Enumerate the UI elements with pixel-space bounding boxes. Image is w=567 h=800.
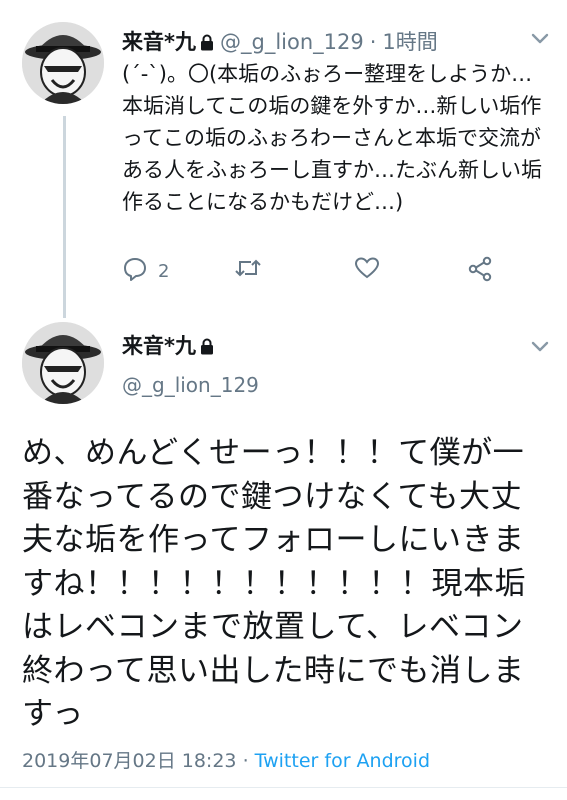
avatar[interactable]	[22, 22, 104, 104]
tweet-text: (´-`)。〇(本垢のふぉろー整理をしようか…本垢消してこの垢の鍵を外すか…新し…	[122, 62, 542, 214]
lock-icon	[200, 32, 214, 56]
display-name[interactable]: 来音*九	[122, 334, 196, 358]
separator: ·	[242, 750, 249, 772]
divider	[0, 787, 567, 788]
chevron-down-icon[interactable]	[531, 30, 549, 49]
tweet-header: 来音*九	[122, 330, 220, 360]
avatar-image	[22, 22, 104, 104]
share-button[interactable]	[467, 256, 493, 287]
chevron-down-icon[interactable]	[531, 338, 549, 357]
reply-icon	[122, 256, 148, 287]
tweet-header: 来音*九 @_g_lion_129 · 1時間	[122, 26, 438, 56]
display-name[interactable]: 来音*九	[122, 30, 196, 54]
retweet-button[interactable]	[234, 256, 262, 285]
avatar[interactable]	[22, 322, 104, 404]
handle[interactable]: @_g_lion_129	[122, 373, 259, 397]
like-icon	[354, 256, 380, 285]
reply-count: 2	[158, 261, 170, 282]
tweet-text: め、めんどくせーっ！！！て僕が一番なってるので鍵つけなくても大丈夫な垢を作ってフ…	[22, 435, 526, 732]
thread-line	[63, 116, 66, 318]
tweet-meta: 2019年07月02日 18:23 · Twitter for Android	[22, 746, 430, 773]
source-link[interactable]: Twitter for Android	[255, 750, 430, 772]
like-button[interactable]	[354, 256, 380, 285]
timestamp[interactable]: 2019年07月02日 18:23	[22, 750, 237, 772]
handle[interactable]: @_g_lion_129	[220, 30, 364, 54]
share-icon	[467, 256, 493, 287]
retweet-icon	[234, 256, 262, 285]
timestamp[interactable]: 1時間	[382, 30, 437, 54]
lock-icon	[200, 336, 214, 360]
avatar-image	[22, 322, 104, 404]
reply-button[interactable]: 2	[122, 256, 169, 287]
tweet-actions: 2	[122, 256, 522, 286]
separator: ·	[369, 30, 377, 54]
